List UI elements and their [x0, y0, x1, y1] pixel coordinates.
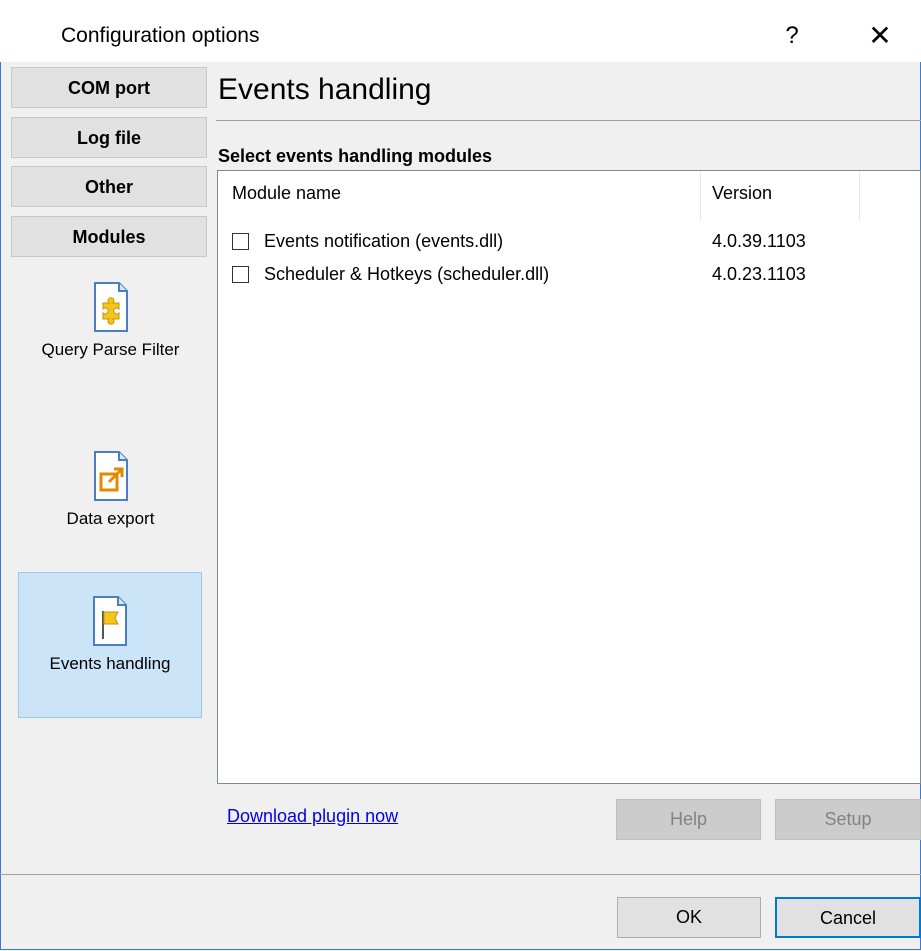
help-button[interactable]: Help [616, 799, 761, 840]
module-version: 4.0.23.1103 [712, 264, 806, 284]
module-checkbox[interactable] [232, 233, 249, 250]
column-divider[interactable] [859, 171, 860, 221]
divider [216, 120, 921, 121]
column-divider[interactable] [700, 171, 701, 221]
category-com-port[interactable]: COM port [11, 67, 207, 108]
footer-divider [0, 874, 921, 875]
flag-document-icon [93, 596, 127, 646]
puzzle-document-icon [93, 282, 128, 332]
ok-button[interactable]: OK [617, 897, 761, 938]
module-name: Scheduler & Hotkeys (scheduler.dll) [264, 264, 550, 284]
column-header-module-name[interactable]: Module name [232, 183, 341, 204]
category-log-file[interactable]: Log file [11, 117, 207, 158]
modules-list[interactable]: Module name Version Events notification … [217, 170, 921, 784]
help-title-button[interactable]: ? [769, 14, 815, 58]
cancel-button[interactable]: Cancel [775, 897, 921, 938]
module-label: Events handling [49, 654, 171, 673]
module-version: 4.0.39.1103 [712, 231, 806, 251]
module-data-export[interactable]: Data export [19, 450, 202, 550]
window-title: Configuration options [61, 24, 260, 47]
download-plugin-link[interactable]: Download plugin now [227, 806, 398, 827]
module-label: Data export [66, 509, 155, 528]
page-title: Events handling [218, 73, 432, 106]
category-modules[interactable]: Modules [11, 216, 207, 257]
setup-button[interactable]: Setup [775, 799, 921, 840]
module-name: Events notification (events.dll) [264, 231, 504, 251]
module-label: Query Parse Filter [41, 340, 180, 359]
module-query-parse-filter[interactable]: Query Parse Filter [19, 281, 202, 431]
category-other[interactable]: Other [11, 166, 207, 207]
module-events-handling[interactable]: Events handling [18, 572, 202, 718]
export-document-icon [93, 451, 128, 501]
module-checkbox[interactable] [232, 266, 249, 283]
title-bar: Configuration options ? ✕ [0, 0, 921, 62]
close-button[interactable]: ✕ [857, 14, 903, 58]
column-header-version[interactable]: Version [712, 183, 772, 204]
section-title: Select events handling modules [218, 146, 493, 166]
